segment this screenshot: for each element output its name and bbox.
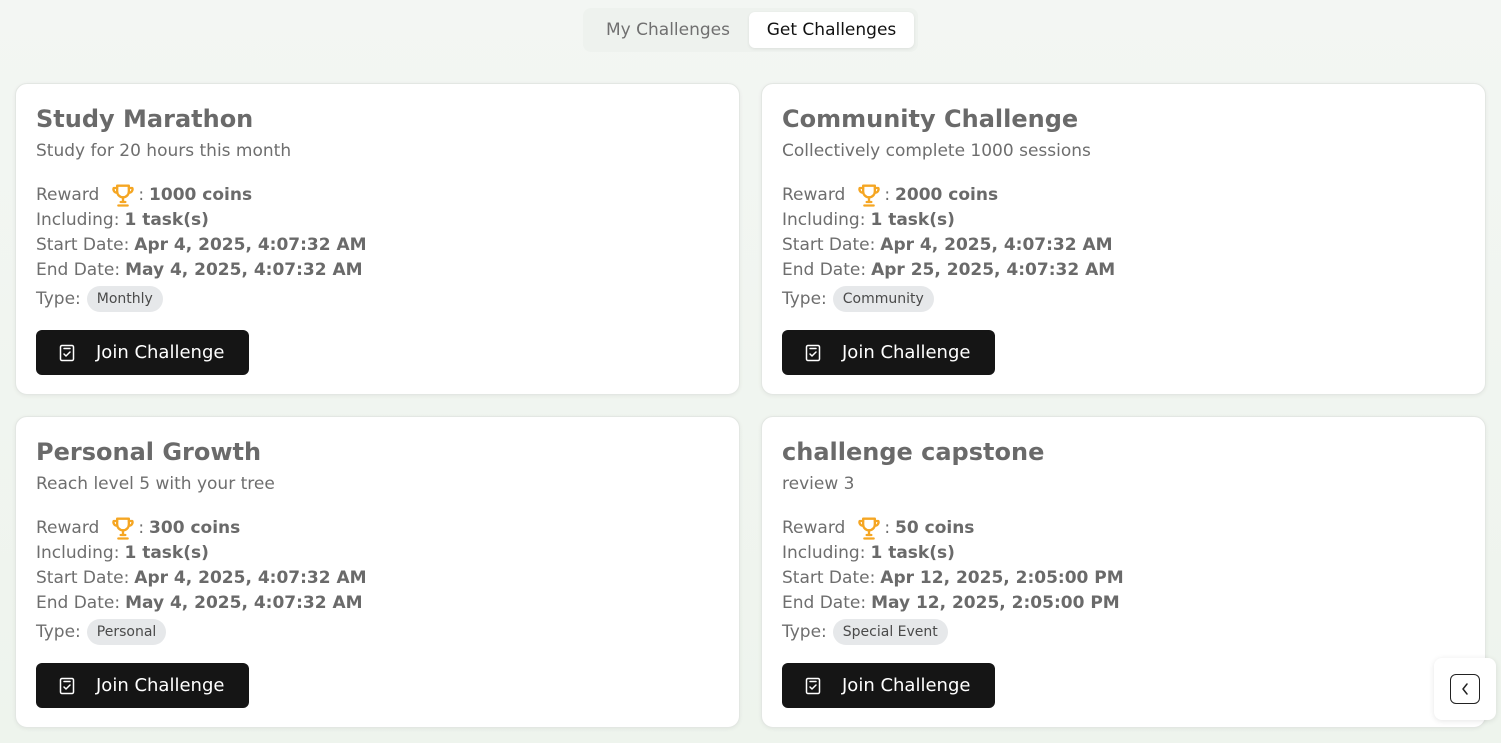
start-date-line: Start Date: Apr 12, 2025, 2:05:00 PM bbox=[782, 568, 1124, 588]
type-label: Type: bbox=[782, 622, 827, 642]
challenge-card: Community Challenge Collectively complet… bbox=[761, 83, 1486, 395]
reward-line: Reward : 2000 coins bbox=[782, 181, 998, 209]
end-date-label: End Date: bbox=[36, 593, 121, 613]
tasks-value: 1 task(s) bbox=[124, 210, 209, 230]
trophy-icon bbox=[112, 184, 134, 207]
chevron-left-icon bbox=[1462, 683, 1468, 695]
start-date-value: Apr 4, 2025, 4:07:32 AM bbox=[880, 235, 1113, 255]
end-date-value: May 4, 2025, 4:07:32 AM bbox=[125, 260, 363, 280]
type-badge: Monthly bbox=[86, 286, 163, 312]
challenge-title: challenge capstone bbox=[782, 438, 1045, 466]
start-date-line: Start Date: Apr 4, 2025, 4:07:32 AM bbox=[782, 235, 1113, 255]
challenge-card: Study Marathon Study for 20 hours this m… bbox=[15, 83, 740, 395]
trophy-icon bbox=[858, 517, 880, 540]
start-date-value: Apr 4, 2025, 4:07:32 AM bbox=[134, 568, 367, 588]
collapse-panel-button[interactable] bbox=[1434, 658, 1496, 720]
type-badge: Special Event bbox=[832, 619, 948, 645]
challenge-description: Collectively complete 1000 sessions bbox=[782, 141, 1091, 161]
reward-colon: : bbox=[138, 518, 145, 538]
tasks-value: 1 task(s) bbox=[870, 543, 955, 563]
challenge-title: Study Marathon bbox=[36, 105, 254, 133]
join-challenge-button[interactable]: Join Challenge bbox=[36, 330, 249, 375]
including-label: Including: bbox=[36, 543, 120, 563]
reward-line: Reward : 50 coins bbox=[782, 514, 974, 542]
clipboard-check-icon bbox=[59, 677, 75, 694]
end-date-line: End Date: May 4, 2025, 4:07:32 AM bbox=[36, 260, 363, 280]
tab-my-challenges[interactable]: My Challenges bbox=[587, 12, 749, 48]
tasks-line: Including: 1 task(s) bbox=[782, 543, 955, 563]
type-line: Type: Special Event bbox=[782, 619, 948, 645]
start-date-line: Start Date: Apr 4, 2025, 4:07:32 AM bbox=[36, 235, 367, 255]
start-date-label: Start Date: bbox=[36, 235, 130, 255]
type-label: Type: bbox=[36, 622, 81, 642]
end-date-label: End Date: bbox=[782, 260, 867, 280]
reward-value: 50 coins bbox=[895, 518, 975, 538]
collapse-frame bbox=[1450, 674, 1480, 704]
clipboard-check-icon bbox=[59, 344, 75, 361]
join-challenge-label: Join Challenge bbox=[96, 342, 225, 363]
tasks-value: 1 task(s) bbox=[870, 210, 955, 230]
reward-colon: : bbox=[884, 518, 891, 538]
end-date-label: End Date: bbox=[782, 593, 867, 613]
challenge-card: Personal Growth Reach level 5 with your … bbox=[15, 416, 740, 728]
end-date-line: End Date: Apr 25, 2025, 4:07:32 AM bbox=[782, 260, 1115, 280]
type-label: Type: bbox=[36, 289, 81, 309]
join-challenge-button[interactable]: Join Challenge bbox=[782, 663, 995, 708]
start-date-label: Start Date: bbox=[36, 568, 130, 588]
reward-label: Reward bbox=[782, 185, 846, 205]
challenge-description: Reach level 5 with your tree bbox=[36, 474, 275, 494]
end-date-label: End Date: bbox=[36, 260, 121, 280]
clipboard-check-icon bbox=[805, 677, 821, 694]
start-date-line: Start Date: Apr 4, 2025, 4:07:32 AM bbox=[36, 568, 367, 588]
challenge-description: review 3 bbox=[782, 474, 855, 494]
challenge-title: Community Challenge bbox=[782, 105, 1079, 133]
including-label: Including: bbox=[36, 210, 120, 230]
type-badge: Community bbox=[832, 286, 934, 312]
start-date-value: Apr 4, 2025, 4:07:32 AM bbox=[134, 235, 367, 255]
trophy-icon bbox=[858, 184, 880, 207]
reward-label: Reward bbox=[36, 185, 100, 205]
tasks-line: Including: 1 task(s) bbox=[36, 210, 209, 230]
end-date-line: End Date: May 4, 2025, 4:07:32 AM bbox=[36, 593, 363, 613]
reward-value: 2000 coins bbox=[895, 185, 999, 205]
end-date-value: May 12, 2025, 2:05:00 PM bbox=[871, 593, 1120, 613]
type-line: Type: Monthly bbox=[36, 286, 163, 312]
end-date-line: End Date: May 12, 2025, 2:05:00 PM bbox=[782, 593, 1120, 613]
reward-label: Reward bbox=[782, 518, 846, 538]
start-date-label: Start Date: bbox=[782, 568, 876, 588]
reward-colon: : bbox=[138, 185, 145, 205]
challenge-card: challenge capstone review 3 Reward : 50 … bbox=[761, 416, 1486, 728]
reward-label: Reward bbox=[36, 518, 100, 538]
join-challenge-button[interactable]: Join Challenge bbox=[36, 663, 249, 708]
join-challenge-label: Join Challenge bbox=[842, 675, 971, 696]
start-date-label: Start Date: bbox=[782, 235, 876, 255]
tab-get-challenges[interactable]: Get Challenges bbox=[749, 12, 914, 48]
end-date-value: May 4, 2025, 4:07:32 AM bbox=[125, 593, 363, 613]
reward-line: Reward : 300 coins bbox=[36, 514, 240, 542]
challenge-title: Personal Growth bbox=[36, 438, 262, 466]
end-date-value: Apr 25, 2025, 4:07:32 AM bbox=[871, 260, 1116, 280]
start-date-value: Apr 12, 2025, 2:05:00 PM bbox=[880, 568, 1124, 588]
reward-line: Reward : 1000 coins bbox=[36, 181, 252, 209]
clipboard-check-icon bbox=[805, 344, 821, 361]
challenge-tabs: My Challenges Get Challenges bbox=[583, 8, 918, 52]
type-line: Type: Personal bbox=[36, 619, 167, 645]
join-challenge-label: Join Challenge bbox=[96, 675, 225, 696]
tasks-value: 1 task(s) bbox=[124, 543, 209, 563]
type-label: Type: bbox=[782, 289, 827, 309]
challenge-description: Study for 20 hours this month bbox=[36, 141, 292, 161]
reward-value: 1000 coins bbox=[149, 185, 253, 205]
join-challenge-button[interactable]: Join Challenge bbox=[782, 330, 995, 375]
including-label: Including: bbox=[782, 543, 866, 563]
reward-colon: : bbox=[884, 185, 891, 205]
join-challenge-label: Join Challenge bbox=[842, 342, 971, 363]
including-label: Including: bbox=[782, 210, 866, 230]
tasks-line: Including: 1 task(s) bbox=[782, 210, 955, 230]
tasks-line: Including: 1 task(s) bbox=[36, 543, 209, 563]
type-line: Type: Community bbox=[782, 286, 934, 312]
type-badge: Personal bbox=[86, 619, 167, 645]
trophy-icon bbox=[112, 517, 134, 540]
reward-value: 300 coins bbox=[149, 518, 241, 538]
